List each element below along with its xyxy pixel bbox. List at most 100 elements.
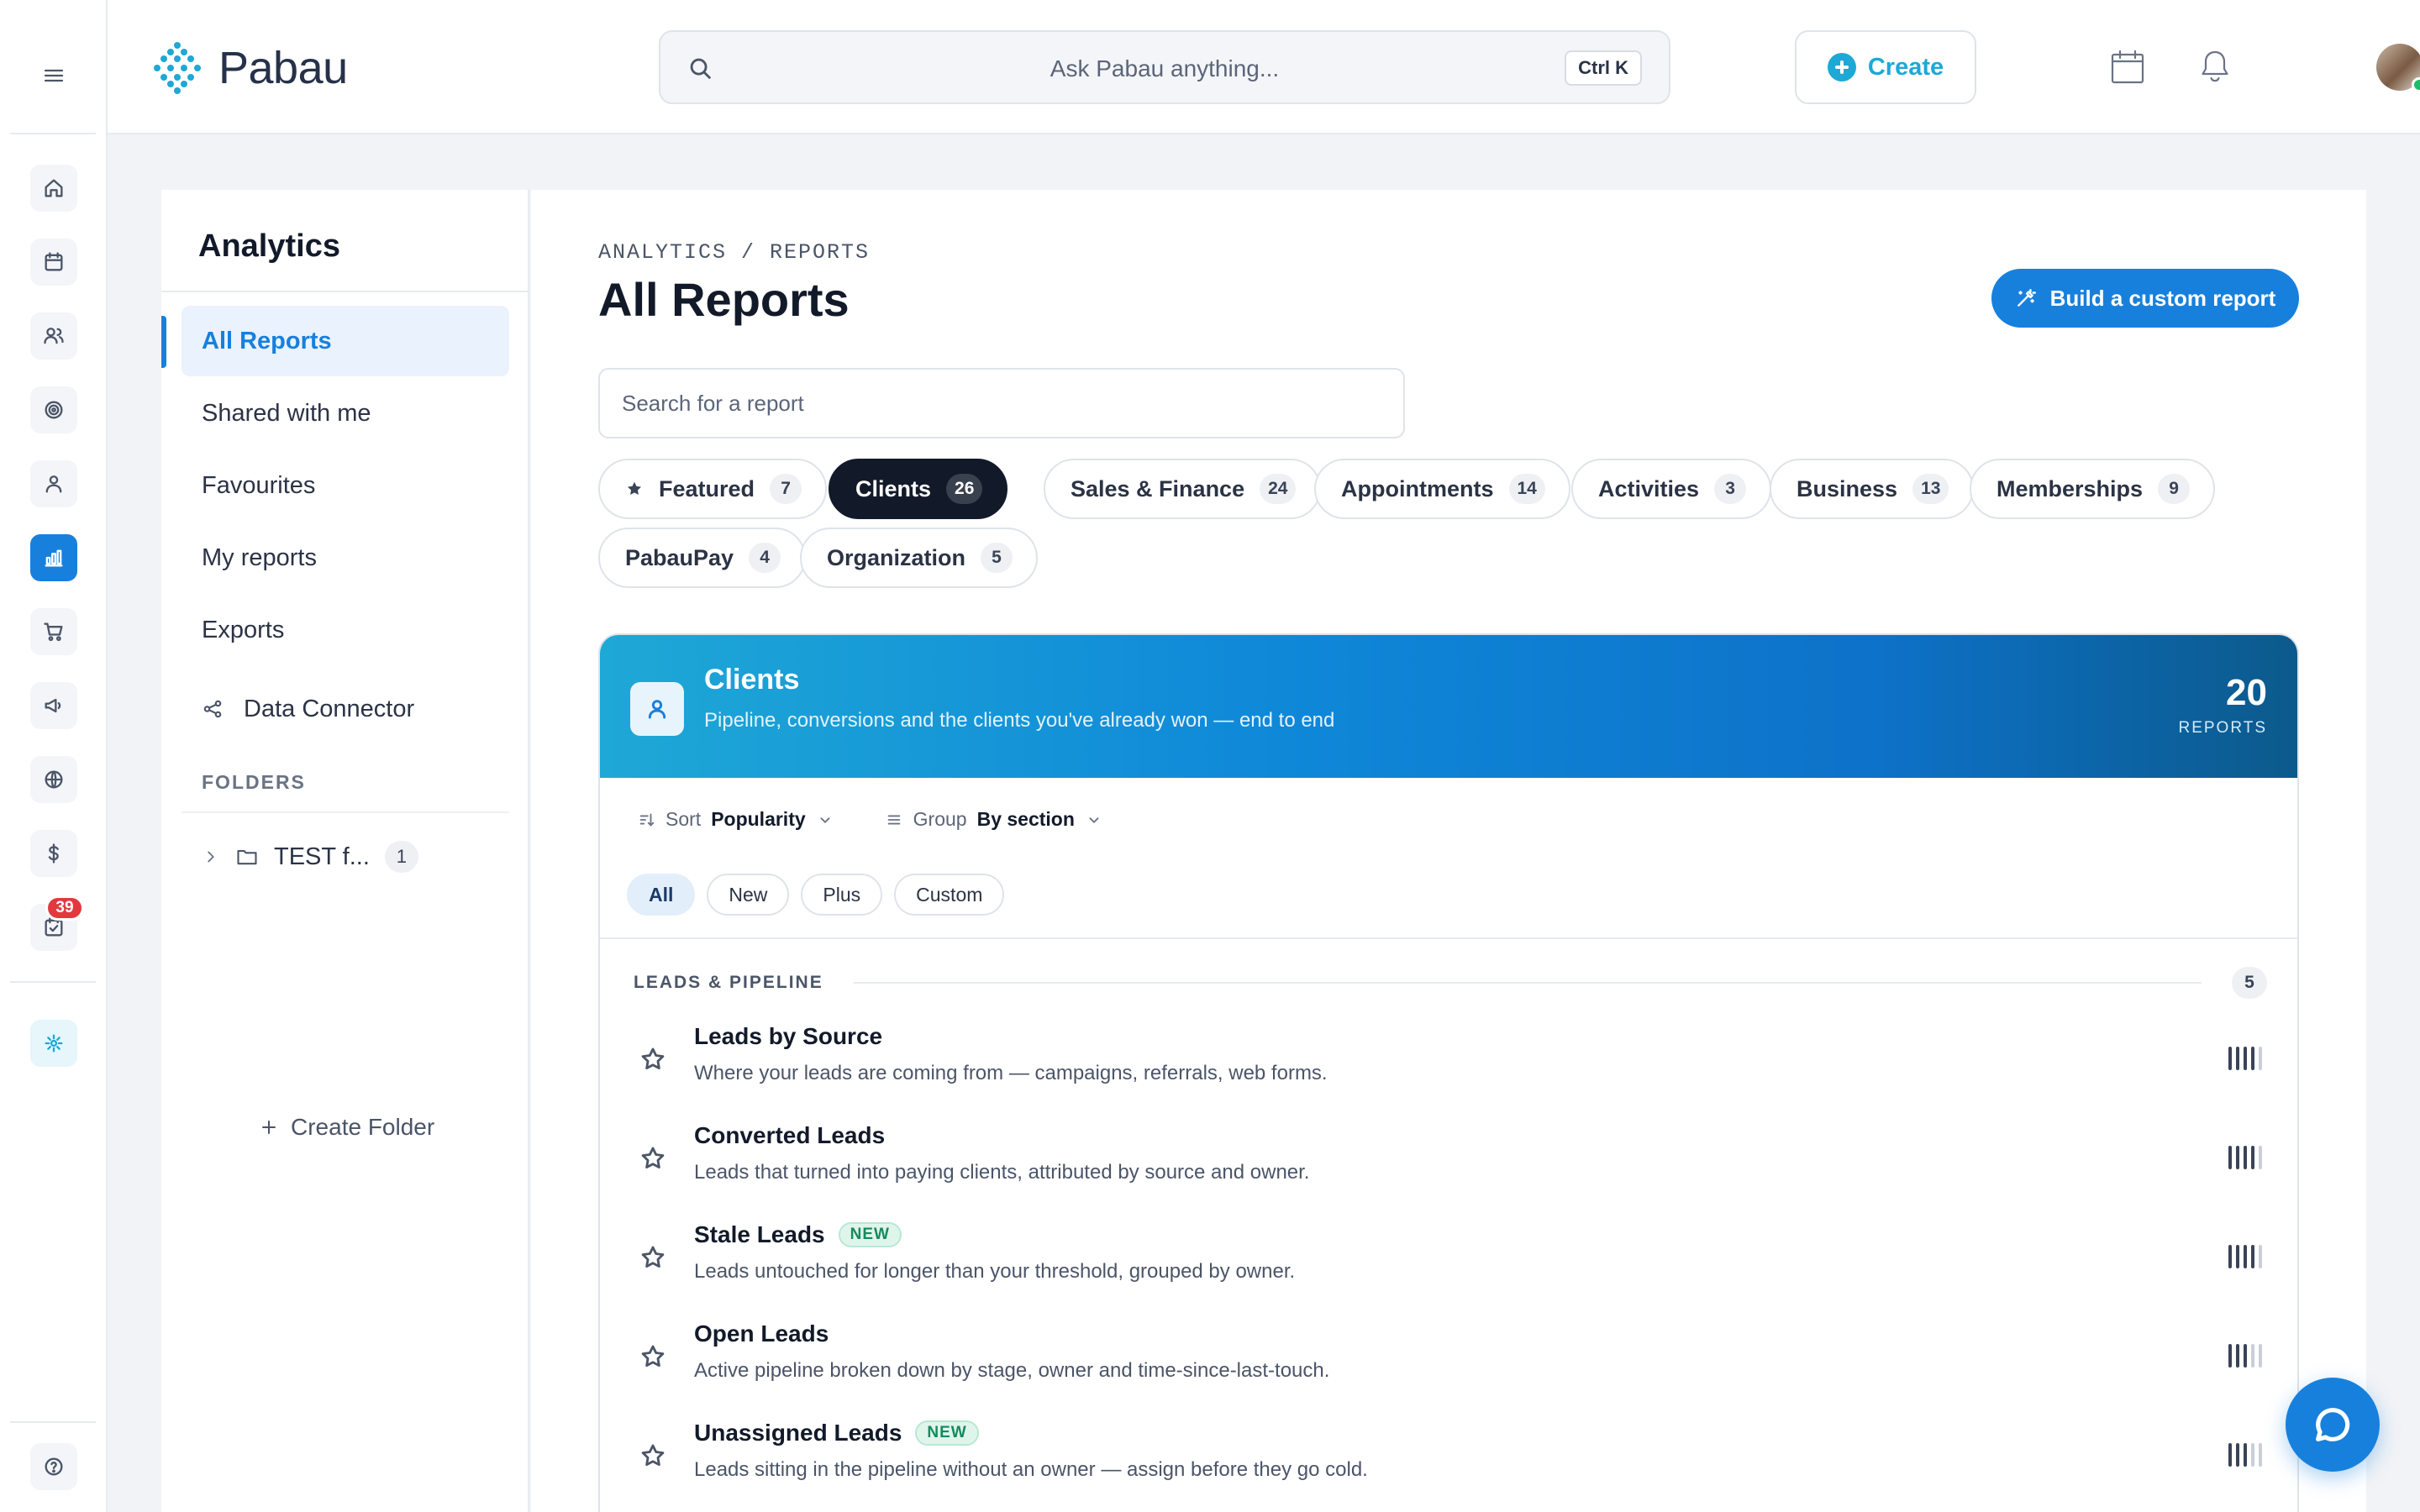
report-name[interactable]: Open Leads: [694, 1320, 829, 1347]
rail-brand-button[interactable]: [30, 1020, 77, 1067]
sidebar-item-data-connector[interactable]: Data Connector: [182, 674, 509, 744]
global-search-input[interactable]: Ask Pabau anything... Ctrl K: [659, 30, 1670, 104]
rail-finance-button[interactable]: [30, 830, 77, 877]
star-icon[interactable]: [639, 1243, 667, 1272]
tab-appointments[interactable]: Appointments 14: [1314, 459, 1570, 519]
notifications-button[interactable]: [2195, 47, 2235, 87]
popularity-bar: [2259, 1245, 2262, 1268]
new-badge: NEW: [838, 1222, 902, 1247]
chat-button[interactable]: [2286, 1378, 2380, 1472]
group-dropdown[interactable]: Group By section: [885, 808, 1103, 831]
tab-label: Clients: [855, 475, 932, 501]
report-row[interactable]: Stale Leads NEW Leads untouched for longer…: [600, 1210, 2297, 1309]
new-badge: NEW: [915, 1420, 979, 1446]
section-count: 5: [2232, 967, 2267, 999]
pabau-logo-icon: [154, 42, 201, 94]
folder-item[interactable]: TEST f... 1: [202, 833, 418, 880]
build-custom-report-label: Build a custom report: [2049, 285, 2276, 311]
build-custom-report-button[interactable]: Build a custom report: [1991, 269, 2299, 328]
popularity-bar: [2236, 1146, 2239, 1169]
report-name[interactable]: Converted Leads: [694, 1122, 885, 1149]
star-icon[interactable]: [639, 1342, 667, 1371]
tab-clients[interactable]: Clients 26: [829, 459, 1008, 519]
rail-inventory-button[interactable]: [30, 608, 77, 655]
tab-featured[interactable]: Featured 7: [598, 459, 828, 519]
report-description: Leads sitting in the pipeline without an…: [694, 1458, 1368, 1481]
report-name[interactable]: Leads by Source: [694, 1023, 882, 1050]
star-icon[interactable]: [639, 1144, 667, 1173]
category-report-count: 20: [2226, 672, 2267, 713]
filter-new[interactable]: New: [707, 874, 790, 916]
report-row[interactable]: Converted Leads Leads that turned into pa…: [600, 1110, 2297, 1210]
analytics-icon: [45, 549, 63, 567]
popularity-meter: [2228, 1443, 2267, 1467]
star-icon[interactable]: [639, 1441, 667, 1470]
report-row[interactable]: Unassigned Leads NEW Leads sitting in the …: [600, 1408, 2297, 1507]
tab-count: 24: [1260, 474, 1297, 504]
tab-count: 14: [1508, 474, 1545, 504]
tab-label: Activities: [1598, 475, 1700, 501]
rail-clients-button[interactable]: [30, 312, 77, 360]
filter-all[interactable]: All: [627, 874, 696, 916]
popularity-bar: [2251, 1344, 2254, 1368]
sidebar-item-favourites[interactable]: Favourites: [182, 450, 509, 521]
chevron-right-icon[interactable]: [202, 848, 220, 866]
rail-help-button[interactable]: [30, 1443, 77, 1490]
global-search-placeholder: Ask Pabau anything...: [1050, 55, 1280, 81]
report-row[interactable]: Open Leads Active pipeline broken down by…: [600, 1309, 2297, 1408]
report-row[interactable]: Leads by Source Where your leads are comi…: [600, 1011, 2297, 1110]
tab-label: Appointments: [1341, 475, 1494, 501]
filter-plus[interactable]: Plus: [801, 874, 883, 916]
sidebar-item-label: Shared with me: [202, 399, 371, 427]
sidebar-title: Analytics: [198, 228, 340, 264]
rail-analytics-button[interactable]: [30, 534, 77, 581]
star-icon[interactable]: [639, 1045, 667, 1074]
top-bar: Pabau Ask Pabau anything... Ctrl K Creat…: [108, 0, 2420, 134]
sort-dropdown[interactable]: Sort Popularity: [637, 808, 834, 831]
rail-calendar-button[interactable]: [30, 239, 77, 286]
tab-activities[interactable]: Activities 3: [1571, 459, 1772, 519]
calendar-button[interactable]: [2107, 47, 2148, 87]
logo[interactable]: Pabau: [148, 40, 348, 96]
create-folder-button[interactable]: Create Folder: [259, 1114, 434, 1141]
category-header: Clients Pipeline, conversions and the cl…: [600, 635, 2297, 778]
rail-contacts-button[interactable]: [30, 460, 77, 507]
popularity-bar: [2259, 1146, 2262, 1169]
tab-count: 3: [1714, 474, 1747, 504]
popularity-bar: [2236, 1344, 2239, 1368]
tab-sales-finance[interactable]: Sales & Finance 24: [1044, 459, 1322, 519]
rail-campaigns-button[interactable]: [30, 682, 77, 729]
folder-name: TEST f...: [274, 843, 370, 870]
popularity-bar: [2244, 1344, 2247, 1368]
sidebar-item-exports[interactable]: Exports: [182, 595, 509, 665]
sidebar-item-all-reports[interactable]: All Reports: [182, 306, 509, 376]
sidebar-item-shared-with-me[interactable]: Shared with me: [182, 378, 509, 449]
online-status-dot: [2412, 77, 2420, 92]
chevron-down-icon: [1089, 816, 1099, 823]
rail-home-button[interactable]: [30, 165, 77, 212]
tab-pabaupay[interactable]: PabauPay 4: [598, 528, 807, 588]
create-button[interactable]: Create: [1795, 30, 1976, 104]
report-name[interactable]: Stale Leads: [694, 1221, 825, 1248]
section-title: LEADS & PIPELINE: [634, 973, 823, 992]
menu-icon[interactable]: [37, 62, 71, 89]
report-search-input[interactable]: [598, 368, 1405, 438]
star-icon: [627, 481, 642, 496]
cart-icon: [44, 622, 63, 642]
rail-website-button[interactable]: [30, 756, 77, 803]
tab-count: 26: [946, 474, 983, 504]
tab-business[interactable]: Business 13: [1770, 459, 1975, 519]
tab-label: Featured: [659, 475, 755, 501]
popularity-bar: [2259, 1047, 2262, 1070]
report-name[interactable]: Unassigned Leads: [694, 1420, 902, 1446]
rail-marketing-button[interactable]: [30, 386, 77, 433]
sidebar-item-my-reports[interactable]: My reports: [182, 522, 509, 593]
analytics-sidebar: Analytics All Reports Shared with me Fav…: [161, 190, 529, 1512]
share-icon: [203, 700, 222, 718]
tab-organization[interactable]: Organization 5: [800, 528, 1039, 588]
sidebar-item-label: Exports: [202, 616, 285, 643]
tab-memberships[interactable]: Memberships 9: [1970, 459, 2216, 519]
filter-custom[interactable]: Custom: [894, 874, 1005, 916]
create-button-label: Create: [1867, 53, 1944, 81]
list-icon: [887, 815, 900, 824]
